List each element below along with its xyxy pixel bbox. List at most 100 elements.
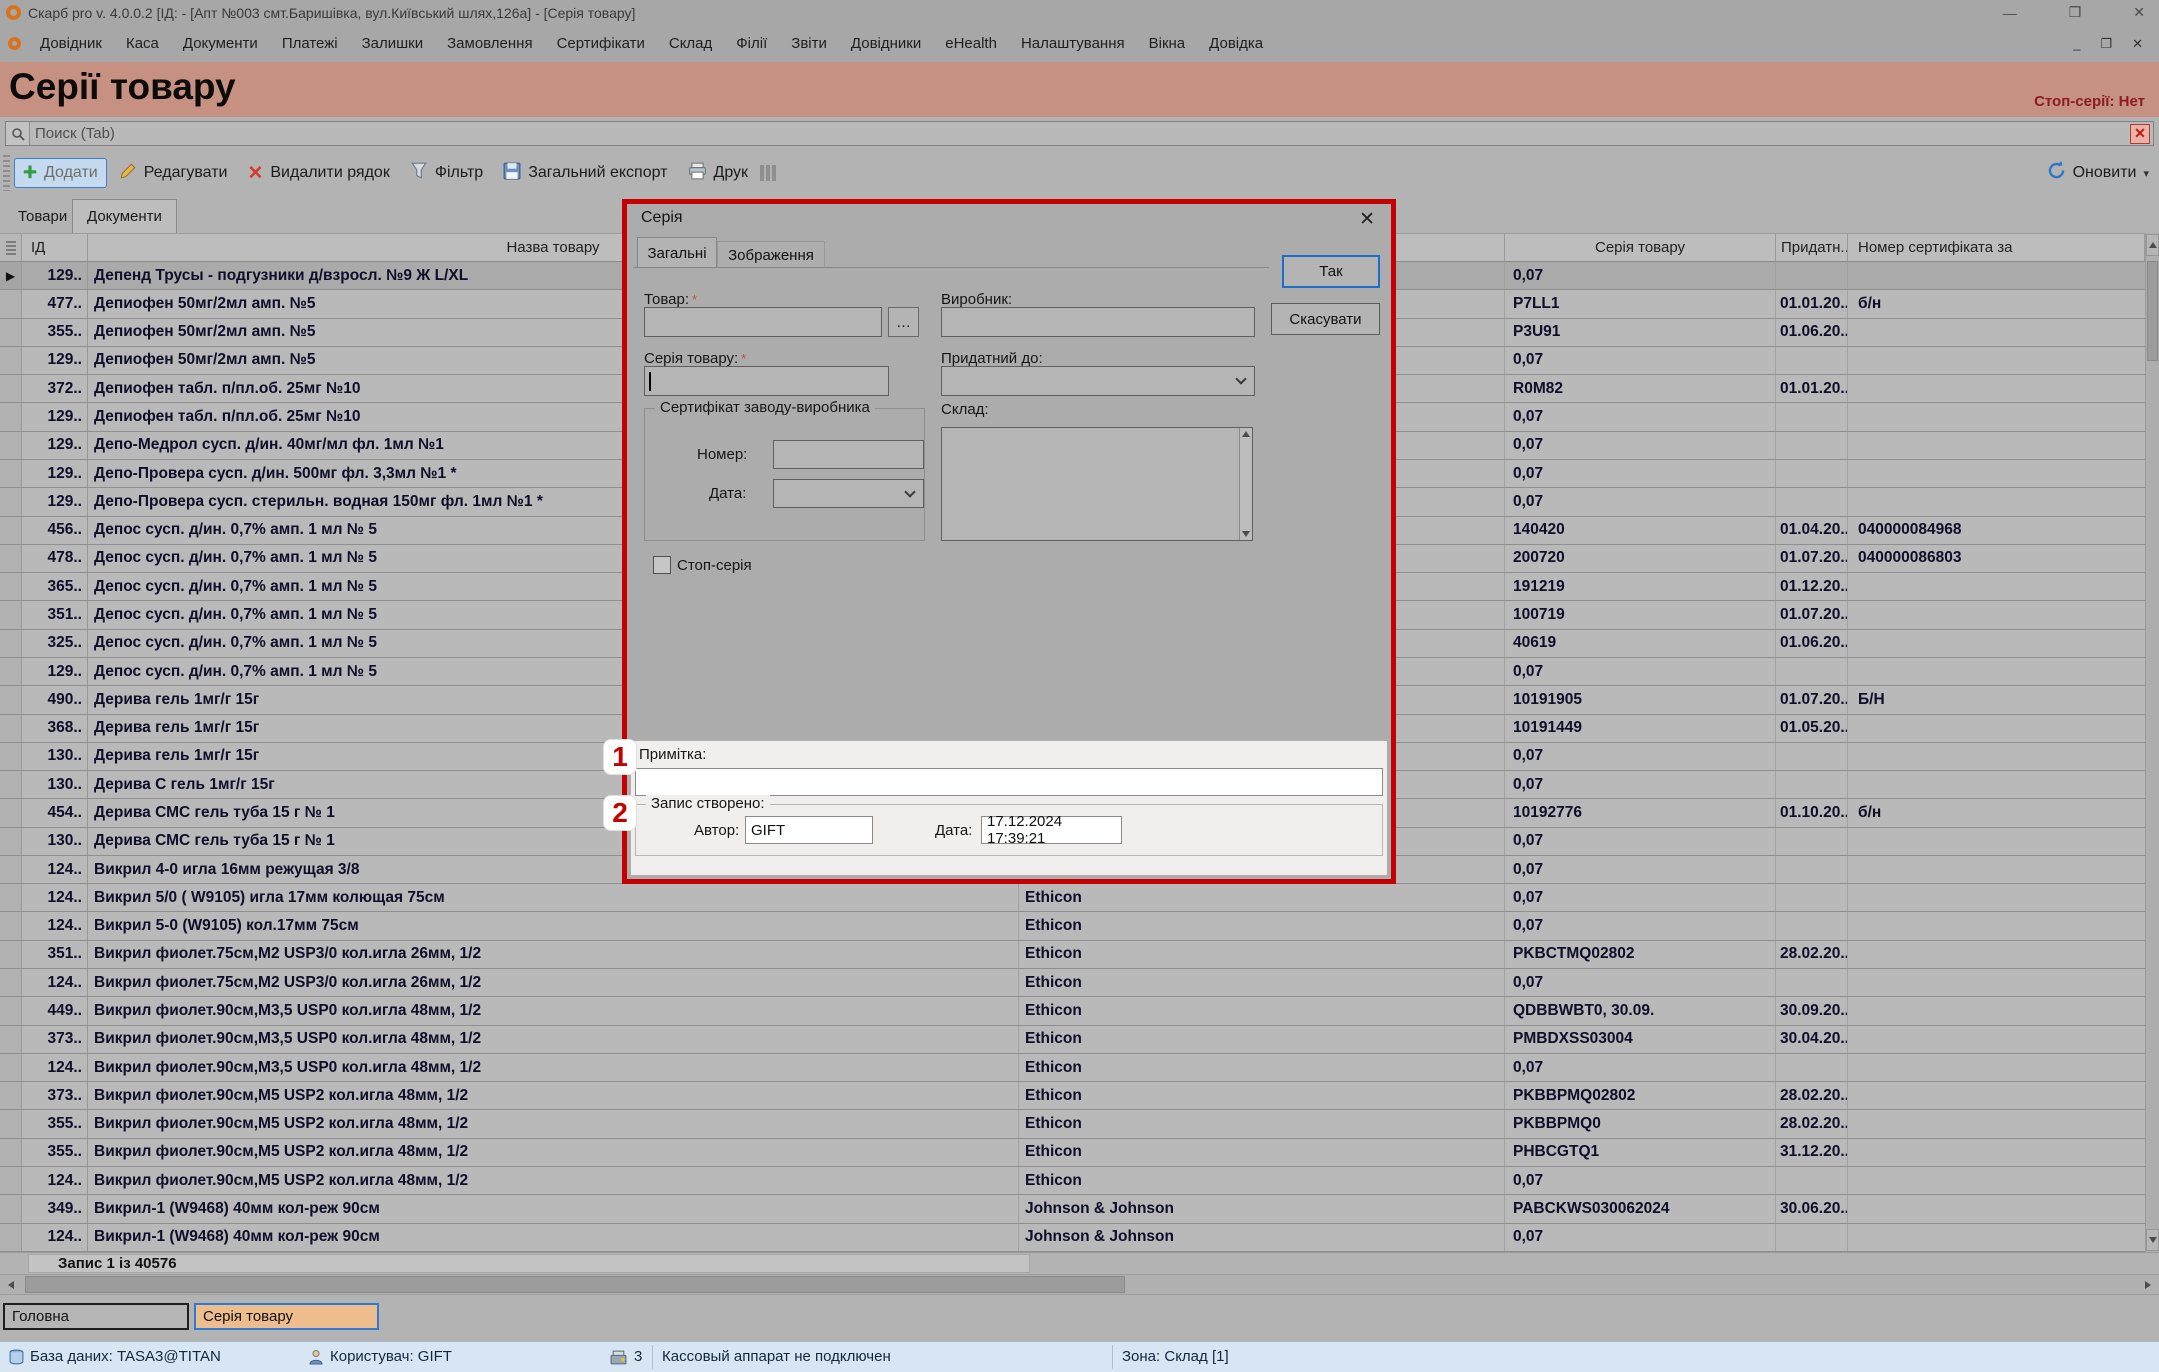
refresh-button[interactable]: Оновити bbox=[2073, 164, 2137, 182]
tab-tovary[interactable]: Товари bbox=[4, 203, 81, 229]
cert-number-input[interactable] bbox=[773, 440, 924, 469]
stock-textarea[interactable] bbox=[941, 427, 1253, 541]
menu-item[interactable]: Каса bbox=[114, 35, 171, 52]
mdi-minimize-button[interactable]: _ bbox=[2073, 36, 2080, 51]
window-tab-home[interactable]: Головна bbox=[3, 1303, 189, 1330]
menu-item[interactable]: Вікна bbox=[1137, 35, 1198, 52]
stop-series-checkbox[interactable] bbox=[653, 556, 671, 574]
table-row[interactable]: 124..Викрил 5-0 (W9105) кол.17мм 75смEth… bbox=[0, 912, 2145, 940]
filter-button[interactable]: Фільтр bbox=[402, 157, 491, 190]
menu-item[interactable]: eHealth bbox=[933, 35, 1009, 52]
column-header-certificate[interactable]: Номер сертифіката за bbox=[1848, 234, 2145, 261]
scroll-left-arrow[interactable] bbox=[0, 1275, 22, 1294]
scroll-up-arrow[interactable] bbox=[1242, 431, 1250, 437]
vertical-scrollbar[interactable] bbox=[2145, 233, 2159, 1252]
print-button[interactable]: Друк bbox=[680, 157, 757, 190]
menu-item[interactable]: Залишки bbox=[350, 35, 436, 52]
restore-button[interactable]: ❐ bbox=[2069, 4, 2082, 21]
add-button[interactable]: + Додати bbox=[14, 158, 107, 188]
menu-item[interactable]: Довідники bbox=[839, 35, 933, 52]
chevron-down-icon[interactable]: ▾ bbox=[2143, 167, 2149, 180]
menu-item[interactable]: Налаштування bbox=[1009, 35, 1137, 52]
note-input[interactable] bbox=[635, 768, 1383, 796]
edit-button[interactable]: Редагувати bbox=[111, 157, 236, 190]
cert-date-combobox[interactable] bbox=[773, 479, 924, 508]
record-counter: Запис 1 із 40576 bbox=[58, 1255, 177, 1272]
certificate-group: Сертифікат заводу-виробника Номер: Дата: bbox=[644, 408, 925, 541]
record-created-label: Запис створено: bbox=[646, 795, 770, 812]
row-selector bbox=[0, 573, 22, 600]
menu-item[interactable]: Платежі bbox=[270, 35, 350, 52]
cert-number-label: Номер: bbox=[697, 446, 747, 463]
row-selector bbox=[0, 884, 22, 911]
export-disk-icon bbox=[503, 162, 521, 185]
vertical-scroll-thumb[interactable] bbox=[2147, 261, 2158, 361]
app-window: Скарб pro v. 4.0.0.2 [ІД: - [Апт №003 см… bbox=[0, 0, 2159, 1372]
table-row[interactable]: 124..Викрил 5/0 ( W9105) игла 17мм колющ… bbox=[0, 884, 2145, 912]
tab-dokumenty[interactable]: Документи bbox=[72, 199, 177, 233]
dialog-tab-general[interactable]: Загальні bbox=[637, 237, 717, 268]
scroll-down-arrow[interactable] bbox=[1242, 531, 1250, 537]
row-selector bbox=[0, 912, 22, 939]
menu-item[interactable]: Довідник bbox=[28, 35, 114, 52]
delete-row-button[interactable]: ✕ Видалити рядок bbox=[239, 157, 397, 190]
valid-until-combobox[interactable] bbox=[941, 366, 1255, 396]
manufacturer-input[interactable] bbox=[941, 307, 1255, 337]
dialog-tab-image[interactable]: Зображення bbox=[717, 241, 825, 268]
table-row[interactable]: 124..Викрил фиолет.90см,М3,5 USP0 кол.иг… bbox=[0, 1054, 2145, 1082]
cancel-button[interactable]: Скасувати bbox=[1271, 303, 1380, 335]
table-row[interactable]: 124..Викрил-1 (W9468) 40мм кол-реж 90смJ… bbox=[0, 1224, 2145, 1252]
menu-item[interactable]: Замовлення bbox=[435, 35, 544, 52]
dialog-close-icon[interactable]: ✕ bbox=[1359, 208, 1375, 231]
menu-item[interactable]: Філії bbox=[724, 35, 779, 52]
created-date-input[interactable]: 17.12.2024 17:39:21 bbox=[981, 816, 1122, 844]
scroll-down-arrow[interactable] bbox=[2146, 1229, 2159, 1251]
minimize-button[interactable]: — bbox=[2003, 5, 2017, 21]
mdi-close-button[interactable]: ✕ bbox=[2132, 36, 2143, 52]
table-row[interactable]: 449..Викрил фиолет.90см,М3,5 USP0 кол.иг… bbox=[0, 997, 2145, 1025]
menu-item[interactable]: Сертифікати bbox=[545, 35, 657, 52]
column-header-series[interactable]: Серія товару bbox=[1505, 234, 1776, 261]
table-row[interactable]: 351..Викрил фиолет.75см,М2 USP3/0 кол.иг… bbox=[0, 941, 2145, 969]
row-selector bbox=[0, 799, 22, 826]
menu-item[interactable]: Звіти bbox=[779, 35, 839, 52]
menu-item[interactable]: Довідка bbox=[1197, 35, 1275, 52]
mdi-restore-button[interactable]: ❐ bbox=[2100, 36, 2112, 52]
column-header-id[interactable]: ІД bbox=[22, 234, 88, 261]
menu-item[interactable]: Склад bbox=[657, 35, 724, 52]
toolbar-grip-handle[interactable] bbox=[3, 155, 10, 191]
close-button[interactable]: ✕ bbox=[2133, 4, 2145, 21]
menu-item[interactable]: Документи bbox=[171, 35, 270, 52]
column-header-valid[interactable]: Придатн... bbox=[1776, 234, 1848, 261]
text-cursor bbox=[649, 372, 651, 391]
horizontal-scroll-thumb[interactable] bbox=[25, 1276, 1125, 1293]
user-status: Користувач: GIFT bbox=[330, 1348, 452, 1365]
table-row[interactable]: 124..Викрил фиолет.90см,М5 USP2 кол.игла… bbox=[0, 1167, 2145, 1195]
search-input[interactable] bbox=[30, 124, 2130, 143]
series-input[interactable] bbox=[644, 366, 889, 396]
export-button[interactable]: Загальний експорт bbox=[495, 157, 675, 190]
table-row[interactable]: 124..Викрил фиолет.75см,М2 USP3/0 кол.иг… bbox=[0, 969, 2145, 997]
row-selector bbox=[0, 460, 22, 487]
columns-icon[interactable] bbox=[760, 165, 776, 181]
cash-register-icon bbox=[610, 1349, 627, 1370]
search-clear-button[interactable]: ✕ bbox=[2130, 124, 2150, 144]
textarea-scrollbar[interactable] bbox=[1239, 428, 1252, 540]
table-row[interactable]: 373..Викрил фиолет.90см,М3,5 USP0 кол.иг… bbox=[0, 1026, 2145, 1054]
ok-button[interactable]: Так bbox=[1282, 255, 1380, 288]
scroll-up-arrow[interactable] bbox=[2146, 234, 2159, 256]
table-row[interactable]: 349..Викрил-1 (W9468) 40мм кол-реж 90смJ… bbox=[0, 1195, 2145, 1223]
table-row[interactable]: 373..Викрил фиолет.90см,М5 USP2 кол.игла… bbox=[0, 1082, 2145, 1110]
scroll-right-arrow[interactable] bbox=[2137, 1275, 2159, 1294]
product-browse-button[interactable]: … bbox=[888, 307, 919, 337]
chevron-down-icon bbox=[904, 486, 915, 497]
search-field[interactable]: ✕ bbox=[5, 121, 2154, 146]
window-title: Скарб pro v. 4.0.0.2 [ІД: - [Апт №003 см… bbox=[28, 5, 635, 21]
table-row[interactable]: 355..Викрил фиолет.90см,М5 USP2 кол.игла… bbox=[0, 1139, 2145, 1167]
window-tab-series[interactable]: Серія товару bbox=[194, 1303, 379, 1330]
product-input[interactable] bbox=[644, 307, 882, 337]
cash-count: 3 bbox=[634, 1348, 642, 1365]
author-input[interactable]: GIFT bbox=[745, 816, 873, 844]
horizontal-scrollbar[interactable] bbox=[0, 1274, 2159, 1295]
table-row[interactable]: 355..Викрил фиолет.90см,М5 USP2 кол.игла… bbox=[0, 1110, 2145, 1138]
